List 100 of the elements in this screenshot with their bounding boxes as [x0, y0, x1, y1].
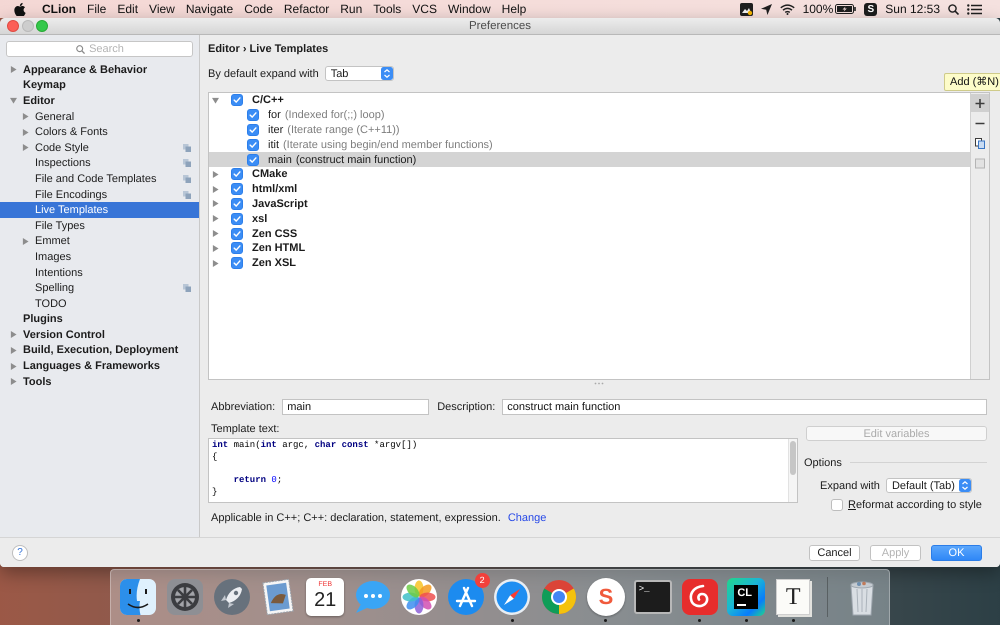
- expand-dropdown[interactable]: Tab: [324, 66, 394, 81]
- collapsed-arrow-icon[interactable]: [212, 244, 219, 252]
- sidebar-item[interactable]: Tools: [0, 374, 199, 390]
- collapsed-arrow-icon[interactable]: [22, 144, 29, 152]
- expand-with-dropdown[interactable]: Default (Tab): [886, 478, 972, 493]
- wifi-icon[interactable]: [780, 4, 795, 14]
- battery-icon[interactable]: [835, 4, 856, 14]
- picture-app-icon[interactable]: [740, 2, 753, 16]
- paper-app-icon[interactable]: T: [776, 579, 810, 615]
- template-group[interactable]: CMake: [209, 166, 970, 182]
- sidebar-item[interactable]: Code Style: [0, 140, 199, 156]
- template-group[interactable]: xsl: [209, 211, 970, 226]
- menu-item[interactable]: Refactor: [284, 1, 330, 17]
- menu-item[interactable]: Code: [244, 1, 273, 17]
- checkbox[interactable]: [247, 124, 259, 136]
- menu-item[interactable]: Tools: [373, 1, 402, 17]
- menu-item[interactable]: Run: [340, 1, 362, 17]
- sidebar-item[interactable]: Live Templates: [0, 202, 199, 218]
- checkbox[interactable]: [231, 228, 243, 240]
- dialog-button[interactable]: Cancel: [809, 544, 860, 560]
- template-group[interactable]: html/xml: [209, 182, 970, 197]
- collapsed-arrow-icon[interactable]: [22, 113, 29, 120]
- sidebar-item[interactable]: File Types: [0, 218, 199, 234]
- template-item[interactable]: for (Indexed for(;;) loop): [209, 108, 970, 123]
- sidebar-item[interactable]: Colors & Fonts: [0, 124, 199, 140]
- store-app-icon[interactable]: [446, 577, 486, 617]
- checkbox[interactable]: [247, 154, 259, 166]
- collapsed-arrow-icon[interactable]: [212, 260, 219, 267]
- sidebar-item[interactable]: Inspections: [0, 156, 199, 172]
- checkbox[interactable]: [231, 242, 243, 254]
- sidebar-item[interactable]: Appearance & Behavior: [0, 62, 199, 78]
- compass-app-icon[interactable]: [492, 577, 532, 617]
- description-field[interactable]: construct main function: [502, 399, 987, 415]
- checkbox[interactable]: [231, 257, 243, 270]
- collapsed-arrow-icon[interactable]: [22, 128, 29, 136]
- template-group[interactable]: C/C++: [209, 93, 970, 108]
- template-group[interactable]: JavaScript: [209, 196, 970, 212]
- clock[interactable]: Sun 12:53: [885, 1, 940, 17]
- collapsed-arrow-icon[interactable]: [212, 170, 219, 178]
- code-editor[interactable]: int main(int argc, char const *argv[]) { return 0; }: [208, 438, 798, 503]
- scrollbar-thumb[interactable]: [790, 441, 796, 475]
- expanded-arrow-icon[interactable]: [10, 97, 17, 104]
- template-item[interactable]: iter (Iterate range (C++11)): [209, 122, 970, 138]
- rocket-app-icon[interactable]: [212, 577, 252, 617]
- change-link[interactable]: Change: [508, 512, 546, 524]
- sidebar-item[interactable]: TODO: [0, 296, 199, 312]
- apple-icon[interactable]: [14, 2, 26, 16]
- sidebar-item[interactable]: Languages & Frameworks: [0, 358, 199, 374]
- collapsed-arrow-icon[interactable]: [10, 346, 17, 354]
- checkbox[interactable]: [231, 212, 243, 225]
- checkbox[interactable]: [231, 168, 243, 180]
- sidebar-item[interactable]: Editor: [0, 93, 199, 109]
- abbreviation-field[interactable]: main: [282, 399, 430, 415]
- collapsed-arrow-icon[interactable]: [212, 200, 219, 208]
- tray-app-icon[interactable]: S: [864, 2, 878, 16]
- terminal-app-icon[interactable]: >_: [634, 580, 672, 614]
- expanded-arrow-icon[interactable]: [212, 96, 219, 104]
- swirl-app-icon[interactable]: [680, 577, 720, 617]
- close-button[interactable]: [7, 20, 19, 32]
- sidebar-item[interactable]: Images: [0, 249, 199, 265]
- collapsed-arrow-icon[interactable]: [212, 230, 219, 238]
- sidebar-item[interactable]: Keymap: [0, 78, 199, 94]
- sidebar-item[interactable]: File and Code Templates: [0, 171, 199, 187]
- checkbox[interactable]: [831, 498, 843, 510]
- app-menu[interactable]: CLion: [42, 1, 76, 17]
- collapsed-arrow-icon[interactable]: [10, 378, 17, 386]
- collapsed-arrow-icon[interactable]: [212, 215, 219, 222]
- checkbox[interactable]: [231, 198, 243, 210]
- sidebar-item[interactable]: File Encodings: [0, 186, 199, 202]
- list-icon[interactable]: [967, 4, 982, 14]
- checkbox[interactable]: [231, 94, 243, 106]
- collapsed-arrow-icon[interactable]: [22, 238, 29, 245]
- menu-item[interactable]: Window: [448, 1, 491, 17]
- template-group[interactable]: Zen CSS: [209, 226, 970, 241]
- ide-app-icon[interactable]: CL: [727, 578, 766, 616]
- menu-item[interactable]: File: [87, 1, 106, 17]
- collapsed-arrow-icon[interactable]: [212, 186, 219, 193]
- menu-item[interactable]: Help: [502, 1, 526, 17]
- template-item[interactable]: main (construct main function): [209, 152, 970, 167]
- sidebar-item[interactable]: Emmet: [0, 234, 199, 250]
- help-button[interactable]: ?: [12, 544, 28, 560]
- zoom-button[interactable]: [36, 20, 48, 32]
- menu-item[interactable]: View: [149, 1, 175, 17]
- sidebar-item[interactable]: General: [0, 108, 199, 124]
- menu-item[interactable]: VCS: [412, 1, 437, 17]
- template-item[interactable]: itit (Iterate using begin/end member functions): [209, 137, 970, 152]
- smiling-face-app-icon[interactable]: [118, 577, 158, 617]
- checkbox[interactable]: [247, 109, 259, 122]
- checkbox[interactable]: [247, 138, 259, 151]
- gear-app-icon[interactable]: [164, 577, 205, 617]
- sidebar-item[interactable]: Spelling: [0, 280, 199, 296]
- sidebar-item[interactable]: Build, Execution, Deployment: [0, 342, 199, 358]
- paper-plane-icon[interactable]: [760, 4, 772, 14]
- menu-item[interactable]: Edit: [117, 1, 138, 17]
- sidebar-item[interactable]: Plugins: [0, 312, 199, 328]
- search-field[interactable]: Search: [6, 41, 193, 57]
- checkbox[interactable]: [231, 183, 243, 196]
- menu-item[interactable]: Navigate: [186, 1, 234, 17]
- sidebar-item[interactable]: Version Control: [0, 327, 199, 343]
- template-group[interactable]: Zen XSL: [209, 256, 970, 271]
